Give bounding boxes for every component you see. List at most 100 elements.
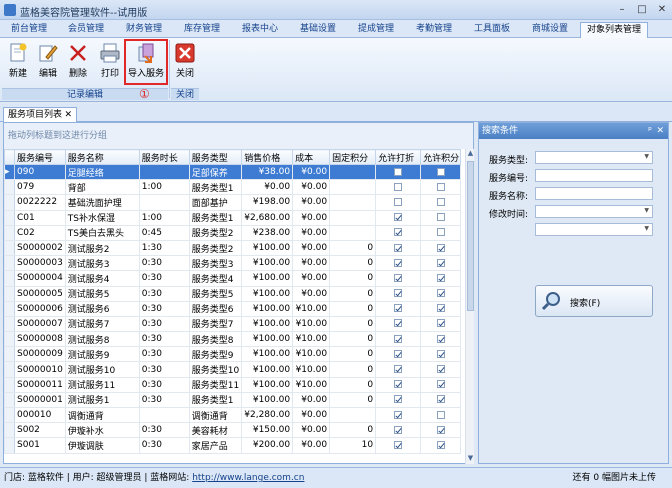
scroll-thumb[interactable] (467, 161, 474, 311)
cell-allow-discount[interactable] (375, 239, 422, 257)
checkbox[interactable] (394, 167, 403, 176)
checkbox[interactable] (394, 273, 403, 282)
modified-time-from-select[interactable]: ▼ (535, 205, 653, 218)
cell-price[interactable]: ¥100.00 (241, 270, 294, 287)
cell-service-type[interactable]: 服务类型11 (188, 376, 243, 393)
table-row[interactable]: C01 TS补水保湿 1:00 服务类型1 ¥2,680.00 ¥0.00 (4, 209, 462, 226)
checkbox[interactable] (436, 182, 445, 191)
group-by-hint[interactable]: 拖动列标题到这进行分组 (4, 123, 473, 149)
cell-service-type[interactable]: 服务类型6 (188, 300, 243, 317)
cell-price[interactable]: ¥0.00 (241, 179, 294, 196)
row-indicator[interactable] (4, 239, 15, 257)
cell-service-name[interactable]: TS美白去黑头 (64, 224, 140, 241)
cell-duration[interactable]: 1:30 (138, 239, 190, 257)
row-indicator[interactable] (4, 270, 15, 287)
menu-inventory[interactable]: 库存管理 (176, 22, 228, 38)
checkbox[interactable] (394, 410, 403, 419)
table-row[interactable]: S0000011 测试服务11 0:30 服务类型11 ¥100.00 ¥10.00 0 (4, 376, 462, 393)
cell-duration[interactable]: 0:30 (138, 255, 190, 272)
cell-price[interactable]: ¥100.00 (241, 255, 294, 272)
cell-service-code[interactable]: S0000008 (14, 331, 66, 348)
cell-cost[interactable]: ¥0.00 (292, 179, 331, 196)
cell-price[interactable]: ¥100.00 (241, 285, 294, 302)
cell-cost[interactable]: ¥0.00 (292, 224, 331, 241)
cell-allow-discount[interactable] (375, 179, 422, 196)
cell-cost[interactable]: ¥0.00 (292, 285, 331, 302)
cell-cost[interactable]: ¥10.00 (292, 361, 331, 378)
cell-fixed-points[interactable]: 0 (329, 361, 377, 378)
cell-allow-discount[interactable] (375, 346, 422, 363)
checkbox[interactable] (394, 197, 403, 206)
table-row[interactable]: S0000006 测试服务6 0:30 服务类型6 ¥100.00 ¥10.00 0 (4, 300, 462, 317)
cell-service-code[interactable]: 090 (14, 163, 66, 181)
cell-price[interactable]: ¥100.00 (241, 315, 294, 333)
cell-allow-points[interactable] (420, 300, 462, 317)
cell-service-name[interactable]: 测试服务11 (64, 376, 140, 393)
cell-price[interactable]: ¥100.00 (241, 376, 294, 393)
cell-price[interactable]: ¥100.00 (241, 361, 294, 378)
cell-service-code[interactable]: S0000003 (14, 255, 66, 272)
cell-duration[interactable] (138, 194, 190, 211)
service-name-input[interactable] (535, 187, 653, 200)
website-link[interactable]: http://www.lange.com.cn (192, 473, 304, 483)
col-allow-discount[interactable]: 允许打折 (375, 149, 422, 165)
checkbox[interactable] (394, 213, 403, 222)
cell-allow-points[interactable] (420, 163, 462, 181)
table-row[interactable]: S0000009 测试服务9 0:30 服务类型9 ¥100.00 ¥10.00 0 (4, 346, 462, 363)
cell-service-type[interactable]: 服务类型1 (188, 209, 243, 226)
checkbox[interactable] (394, 182, 403, 191)
menu-mall-settings[interactable]: 商城设置 (524, 22, 576, 38)
checkbox[interactable] (394, 319, 403, 328)
cell-allow-discount[interactable] (375, 361, 422, 378)
search-button[interactable]: 搜索(F) (535, 285, 653, 317)
cell-allow-discount[interactable] (375, 422, 422, 439)
cell-allow-discount[interactable] (375, 437, 422, 454)
cell-fixed-points[interactable]: 10 (329, 437, 377, 454)
menu-front-desk[interactable]: 前台管理 (4, 22, 54, 38)
pin-icon[interactable]: ᵖ (648, 123, 652, 139)
cell-duration[interactable]: 0:30 (138, 270, 190, 287)
cell-allow-discount[interactable] (375, 194, 422, 211)
cell-price[interactable]: ¥100.00 (241, 391, 294, 409)
cell-cost[interactable]: ¥0.00 (292, 194, 331, 211)
cell-allow-points[interactable] (420, 224, 462, 241)
cell-cost[interactable]: ¥10.00 (292, 376, 331, 393)
cell-duration[interactable]: 0:30 (138, 376, 190, 393)
service-type-select[interactable]: ▼ (535, 151, 653, 164)
cell-price[interactable]: ¥100.00 (241, 300, 294, 317)
cell-fixed-points[interactable]: 0 (329, 285, 377, 302)
cell-service-name[interactable]: 测试服务3 (64, 255, 140, 272)
table-row[interactable]: S0000004 测试服务4 0:30 服务类型4 ¥100.00 ¥0.00 0 (4, 270, 462, 287)
cell-allow-points[interactable] (420, 422, 462, 439)
cell-service-type[interactable]: 服务类型2 (188, 239, 243, 257)
cell-fixed-points[interactable]: 0 (329, 255, 377, 272)
cell-service-type[interactable]: 家居产品 (188, 437, 243, 454)
cell-duration[interactable] (138, 163, 190, 181)
cell-service-name[interactable]: 背部 (64, 179, 140, 196)
checkbox[interactable] (394, 395, 403, 404)
cell-allow-points[interactable] (420, 209, 462, 226)
cell-allow-points[interactable] (420, 331, 462, 348)
grid-vertical-scrollbar[interactable]: ▲ ▼ (465, 149, 474, 464)
scroll-up-icon[interactable]: ▲ (466, 149, 475, 159)
checkbox[interactable] (436, 289, 445, 298)
col-allow-points[interactable]: 允许积分 (420, 149, 462, 165)
cell-cost[interactable]: ¥0.00 (292, 209, 331, 226)
cell-service-type[interactable]: 服务类型4 (188, 270, 243, 287)
row-indicator[interactable] (4, 224, 15, 241)
minimize-button[interactable]: – (612, 2, 632, 17)
cell-duration[interactable]: 0:30 (138, 300, 190, 317)
cell-price[interactable]: ¥100.00 (241, 331, 294, 348)
close-window-button[interactable]: ✕ (652, 2, 672, 17)
cell-fixed-points[interactable]: 0 (329, 270, 377, 287)
checkbox[interactable] (394, 365, 403, 374)
checkbox[interactable] (436, 349, 445, 358)
cell-service-code[interactable]: 0022222 (14, 194, 66, 211)
cell-price[interactable]: ¥150.00 (241, 422, 294, 439)
cell-service-code[interactable]: S0000007 (14, 315, 66, 333)
cell-service-code[interactable]: S0000005 (14, 285, 66, 302)
menu-commission[interactable]: 提成管理 (350, 22, 402, 38)
cell-fixed-points[interactable]: 0 (329, 422, 377, 439)
table-row[interactable]: S0000002 测试服务2 1:30 服务类型2 ¥100.00 ¥0.00 0 (4, 239, 462, 257)
cell-service-type[interactable]: 服务类型1 (188, 179, 243, 196)
